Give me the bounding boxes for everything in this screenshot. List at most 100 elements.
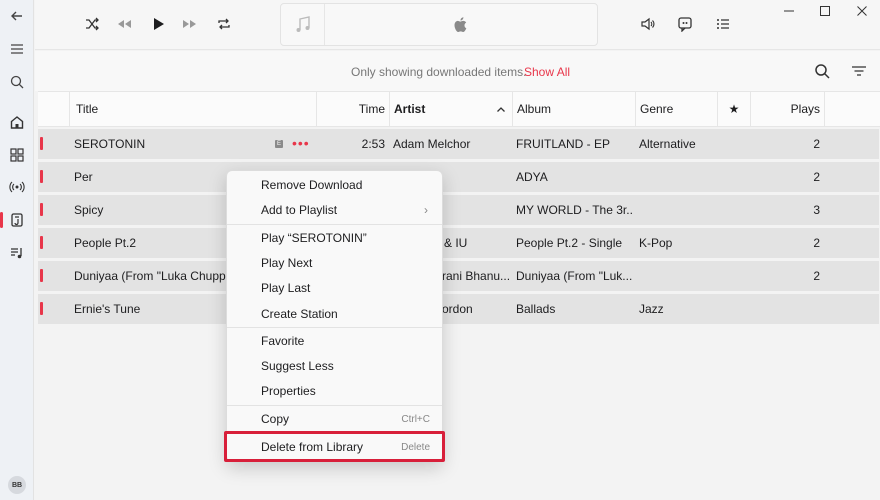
back-arrow-icon[interactable] — [0, 3, 34, 29]
playlist-icon[interactable] — [0, 240, 34, 266]
lyrics-icon[interactable] — [673, 12, 697, 36]
menu-item-label: Play “SEROTONIN” — [261, 231, 367, 245]
row-album: MY WORLD - The 3r... — [516, 203, 633, 217]
row-plays: 2 — [813, 137, 820, 151]
row-genre: K-Pop — [639, 236, 673, 250]
column-plays[interactable]: Plays — [750, 92, 824, 127]
highlight-box — [224, 431, 445, 462]
filter-bar: Only showing downloaded items. Show All — [35, 51, 880, 91]
menu-item-label: Suggest Less — [261, 359, 334, 373]
row-album: People Pt.2 - Single — [516, 236, 623, 250]
menu-item-label: Copy — [261, 412, 290, 426]
table-row[interactable]: People Pt.2 & IU People Pt.2 - Single K-… — [38, 228, 879, 258]
sort-filter-icon[interactable] — [850, 62, 868, 80]
column-spacer — [824, 92, 879, 127]
row-time: 2:53 — [361, 137, 385, 151]
player-bar — [35, 0, 880, 50]
row-artist: & IU — [444, 236, 468, 250]
download-indicator — [40, 170, 43, 183]
close-icon[interactable] — [845, 0, 879, 22]
menu-item-create-station[interactable]: Create Station — [227, 302, 442, 327]
row-genre: Alternative — [639, 137, 696, 151]
menu-icon[interactable] — [0, 36, 34, 62]
next-icon[interactable] — [178, 12, 202, 36]
now-playing-panel — [280, 3, 598, 46]
menu-item-remove-download[interactable]: Remove Download — [227, 173, 442, 198]
browse-icon[interactable] — [0, 142, 34, 168]
menu-divider — [227, 405, 442, 406]
menu-item-label: Remove Download — [261, 178, 363, 192]
row-plays: 2 — [813, 269, 820, 283]
table-row[interactable]: Duniyaa (From "Luka Chuppi" rani Bhanu..… — [38, 261, 879, 291]
chevron-right-icon: › — [424, 203, 428, 217]
menu-item-label: Properties — [261, 384, 316, 398]
minimize-icon[interactable] — [772, 0, 806, 22]
home-icon[interactable] — [0, 109, 34, 135]
filter-message: Only showing downloaded items. — [351, 65, 527, 79]
download-indicator — [40, 269, 43, 282]
menu-item-copy[interactable]: Copy Ctrl+C — [227, 407, 442, 432]
music-note-icon — [281, 4, 325, 45]
menu-divider — [227, 327, 442, 328]
show-all-link[interactable]: Show All — [524, 65, 570, 79]
column-artist[interactable]: Artist — [389, 92, 512, 127]
sidebar: BB — [0, 0, 34, 500]
menu-item-label: Play Next — [261, 256, 313, 270]
library-icon[interactable] — [0, 207, 34, 233]
table-row[interactable]: Per ADYA 2 — [38, 162, 879, 192]
menu-item-play-song[interactable]: Play “SEROTONIN” — [227, 226, 442, 251]
table-row[interactable]: Spicy MY WORLD - The 3r... 3 — [38, 195, 879, 225]
row-album: Duniyaa (From "Luk... — [516, 269, 633, 283]
row-artist: rani Bhanu... — [442, 269, 511, 283]
play-icon[interactable] — [146, 12, 170, 36]
row-artist: Adam Melchor — [393, 137, 471, 151]
repeat-icon[interactable] — [212, 12, 236, 36]
search-icon[interactable] — [813, 62, 831, 80]
apple-logo-icon — [454, 17, 467, 33]
radio-icon[interactable] — [0, 174, 34, 200]
shuffle-icon[interactable] — [80, 12, 104, 36]
menu-item-label: Add to Playlist — [261, 203, 338, 217]
row-artist: ordon — [442, 302, 473, 316]
column-time[interactable]: Time — [316, 92, 389, 127]
row-title: SEROTONIN — [74, 137, 146, 151]
column-genre[interactable]: Genre — [635, 92, 717, 127]
column-favorite[interactable]: ★ — [717, 92, 750, 127]
context-menu: Remove Download Add to Playlist › Play “S… — [226, 170, 443, 462]
more-options-icon[interactable]: ••• — [292, 129, 310, 159]
menu-item-suggest-less[interactable]: Suggest Less — [227, 354, 442, 379]
row-album: FRUITLAND - EP — [516, 137, 611, 151]
row-album: ADYA — [516, 170, 548, 184]
menu-item-label: Favorite — [261, 334, 305, 348]
row-album: Ballads — [516, 302, 556, 316]
column-album[interactable]: Album — [512, 92, 635, 127]
volume-icon[interactable] — [636, 12, 660, 36]
column-title[interactable]: Title — [69, 92, 316, 127]
menu-item-label: Create Station — [261, 307, 338, 321]
previous-icon[interactable] — [112, 12, 136, 36]
menu-item-favorite[interactable]: Favorite — [227, 329, 442, 354]
download-indicator — [40, 236, 43, 249]
avatar[interactable]: BB — [8, 476, 26, 494]
menu-item-play-next[interactable]: Play Next — [227, 251, 442, 276]
menu-item-properties[interactable]: Properties — [227, 379, 442, 404]
menu-item-play-last[interactable]: Play Last — [227, 276, 442, 301]
download-indicator — [40, 302, 43, 315]
column-artist-label: Artist — [394, 102, 426, 116]
menu-divider — [227, 224, 442, 225]
download-indicator — [40, 137, 43, 150]
sort-ascending-icon — [497, 107, 505, 112]
table-row[interactable]: Ernie's Tune ordon Ballads Jazz — [38, 294, 879, 324]
explicit-badge: E — [275, 140, 283, 148]
row-genre: Jazz — [639, 302, 664, 316]
table-header: Title Time Artist Album Genre ★ Plays — [38, 91, 880, 127]
queue-icon[interactable] — [711, 12, 735, 36]
maximize-icon[interactable] — [808, 0, 842, 22]
row-plays: 2 — [813, 170, 820, 184]
menu-item-shortcut: Ctrl+C — [401, 414, 430, 425]
menu-item-add-to-playlist[interactable]: Add to Playlist › — [227, 198, 442, 223]
menu-item-label: Play Last — [261, 281, 311, 295]
row-plays: 3 — [813, 203, 820, 217]
table-row[interactable]: SEROTONIN E ••• 2:53 Adam Melchor FRUITL… — [38, 129, 879, 159]
search-icon[interactable] — [0, 69, 34, 95]
